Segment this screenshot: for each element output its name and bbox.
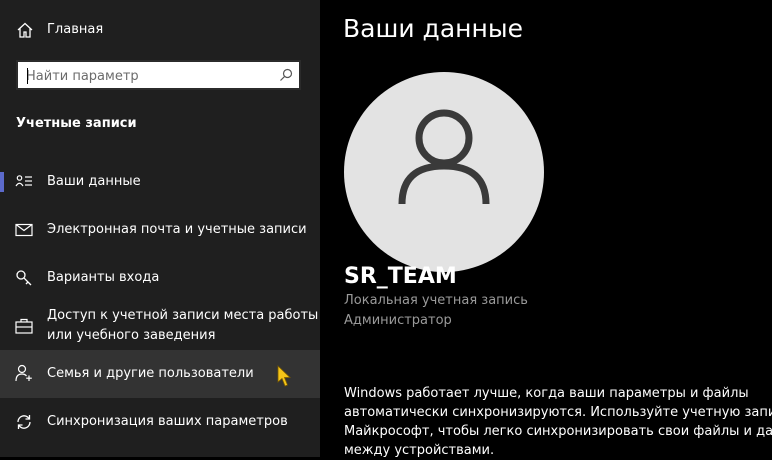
account-role: Администратор xyxy=(344,313,452,328)
settings-sidebar: Главная Учетные записи Ваши данные Элект… xyxy=(0,0,320,457)
info-line: Майкрософт, чтобы легко синхронизировать… xyxy=(344,424,772,439)
home-icon xyxy=(17,22,33,38)
person-card-icon xyxy=(15,175,32,187)
active-indicator xyxy=(0,172,4,192)
user-silhouette-icon xyxy=(398,109,490,205)
sidebar-item-sign-in-options[interactable]: Варианты входа xyxy=(0,258,320,298)
search-box[interactable] xyxy=(16,60,301,90)
page-title: Ваши данные xyxy=(343,14,523,43)
mail-icon xyxy=(15,223,33,237)
sidebar-item-label: Ваши данные xyxy=(47,174,141,189)
key-icon xyxy=(16,270,32,286)
avatar xyxy=(344,72,544,272)
sidebar-item-sync-settings[interactable]: Синхронизация ваших параметров xyxy=(0,402,320,442)
info-line: Windows работает лучше, когда ваши парам… xyxy=(344,386,749,401)
mouse-cursor-icon xyxy=(277,365,291,387)
sidebar-item-access-work-school[interactable]: Доступ к учетной записи места работы или… xyxy=(0,304,320,348)
briefcase-icon xyxy=(15,318,33,334)
info-line: между устройствами. xyxy=(344,443,495,458)
sidebar-item-label: Электронная почта и учетные записи xyxy=(47,222,307,237)
add-person-icon xyxy=(15,364,32,382)
sidebar-item-label-line2: или учебного заведения xyxy=(47,328,216,343)
text-caret xyxy=(27,68,28,84)
search-icon[interactable] xyxy=(279,68,293,82)
sync-icon xyxy=(17,415,31,429)
user-name: SR_TEAM xyxy=(344,264,457,289)
sidebar-item-family-other-users[interactable]: Семья и другие пользователи xyxy=(0,350,320,398)
sync-info-text: Windows работает лучше, когда ваши парам… xyxy=(344,384,772,460)
sidebar-item-label: Синхронизация ваших параметров xyxy=(47,414,288,429)
sidebar-item-email-accounts[interactable]: Электронная почта и учетные записи xyxy=(0,210,320,250)
sidebar-item-label: Семья и другие пользователи xyxy=(47,366,254,381)
home-nav-item[interactable]: Главная xyxy=(0,11,320,49)
home-label: Главная xyxy=(47,22,104,37)
sidebar-item-label-line1: Доступ к учетной записи места работы xyxy=(47,308,319,323)
sidebar-item-label: Варианты входа xyxy=(47,270,160,285)
section-title: Учетные записи xyxy=(16,116,137,131)
sidebar-item-your-info[interactable]: Ваши данные xyxy=(0,162,320,202)
account-type: Локальная учетная запись xyxy=(344,293,528,308)
info-line: автоматически синхронизируются. Использу… xyxy=(344,405,772,420)
main-content: Ваши данные SR_TEAM Локальная учетная за… xyxy=(320,0,772,460)
search-input[interactable] xyxy=(26,66,276,86)
